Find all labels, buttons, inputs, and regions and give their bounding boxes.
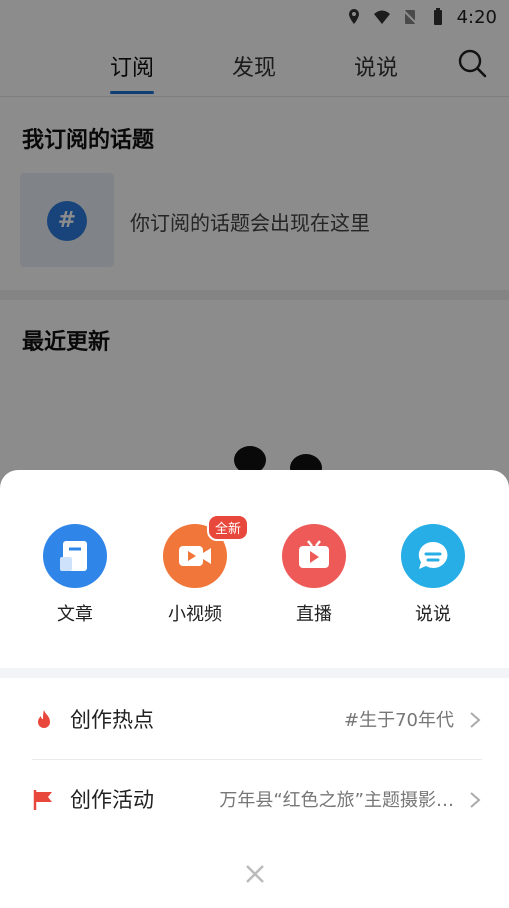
hot-topics-value: #生于70年代 <box>344 710 454 731</box>
chevron-right-icon <box>470 792 481 808</box>
video-camera-icon: 全新 <box>163 514 250 588</box>
create-article-label: 文章 <box>57 604 93 625</box>
create-bottom-sheet: 文章 全新 小视频 直播 说说 创作热点 #生于70年代 创作活动 万年县“红色… <box>0 470 509 908</box>
activities-value: 万年县“红色之旅”主题摄影… <box>219 790 454 811</box>
create-article-button[interactable]: 文章 <box>30 524 120 626</box>
hot-topics-row[interactable]: 创作热点 #生于70年代 <box>32 690 482 750</box>
create-shuoshuo-button[interactable]: 说说 <box>388 524 478 626</box>
create-live-button[interactable]: 直播 <box>269 524 359 626</box>
hot-topics-title: 创作热点 <box>70 708 154 732</box>
create-live-label: 直播 <box>296 604 332 625</box>
close-icon[interactable] <box>245 864 265 884</box>
create-options: 文章 全新 小视频 直播 说说 <box>0 514 509 634</box>
flag-icon <box>33 790 52 810</box>
tv-icon <box>282 524 346 588</box>
activities-title: 创作活动 <box>70 788 154 812</box>
create-video-button[interactable]: 全新 小视频 <box>150 514 250 626</box>
create-shuoshuo-label: 说说 <box>415 604 451 625</box>
row-divider <box>32 759 482 760</box>
article-icon <box>43 524 107 588</box>
fire-icon <box>38 710 50 728</box>
create-video-label: 小视频 <box>168 604 222 625</box>
chevron-right-icon <box>470 712 481 728</box>
sheet-separator <box>0 668 509 678</box>
chat-icon <box>401 524 465 588</box>
new-badge: 全新 <box>207 514 250 541</box>
activities-row[interactable]: 创作活动 万年县“红色之旅”主题摄影… <box>32 770 482 830</box>
